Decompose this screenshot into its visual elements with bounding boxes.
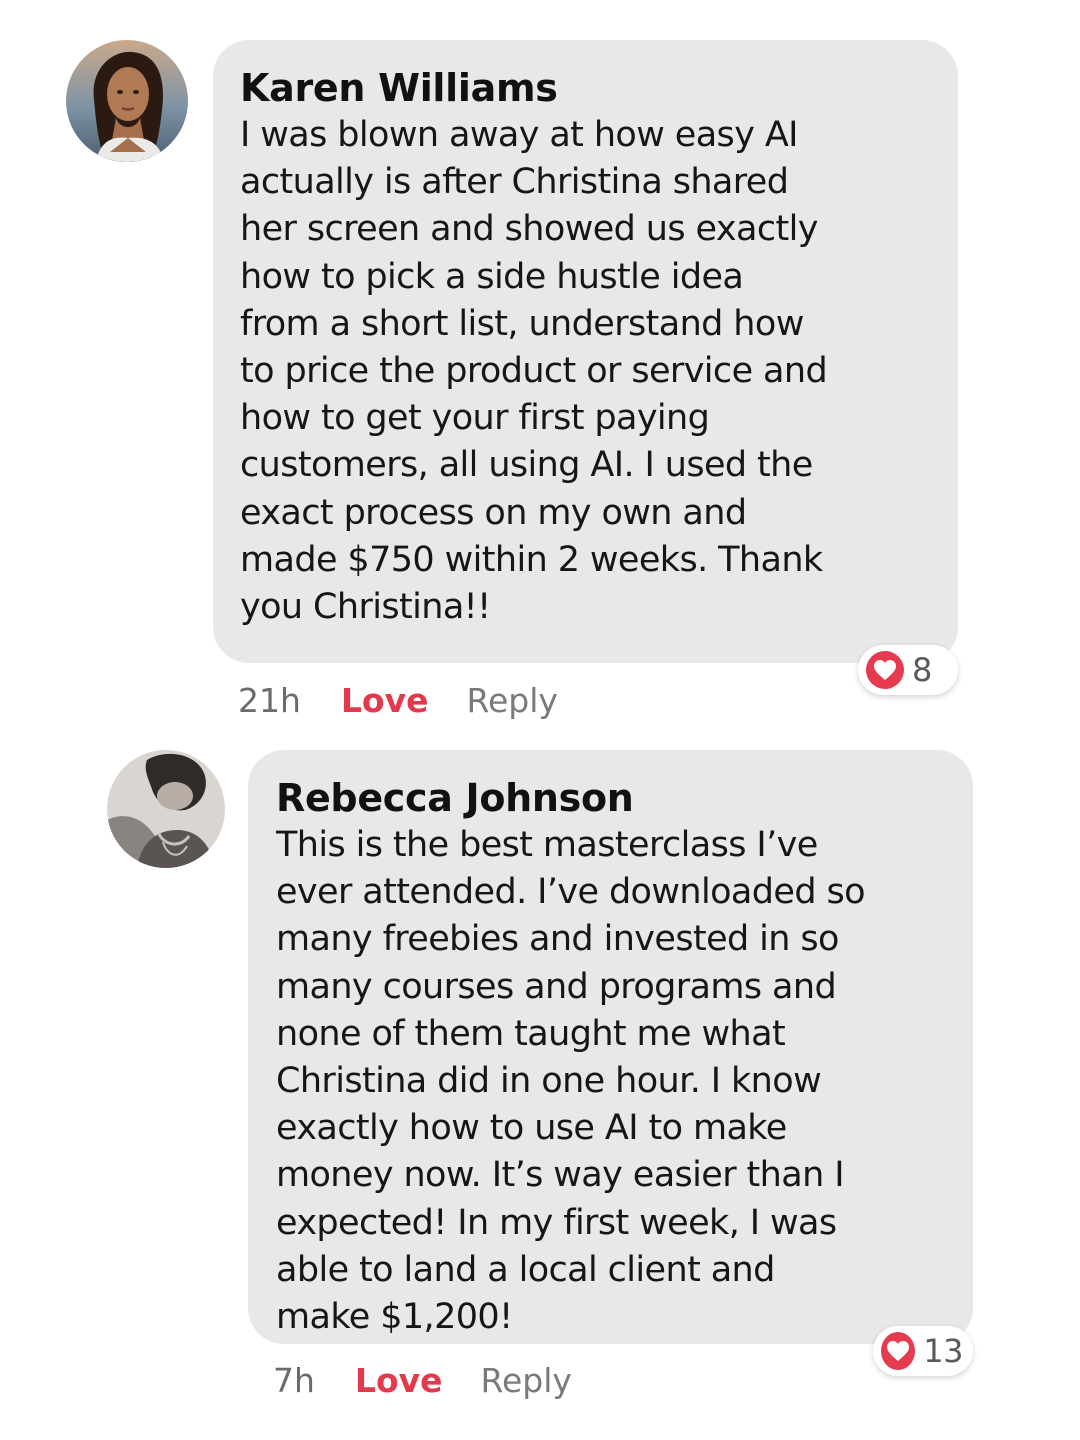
reaction-badge[interactable]: 13 bbox=[873, 1326, 973, 1376]
comment-bubble: Rebecca Johnson This is the best masterc… bbox=[248, 750, 973, 1344]
comment-bubble: Karen Williams I was blown away at how e… bbox=[213, 40, 958, 663]
love-button[interactable]: Love bbox=[355, 1361, 443, 1401]
comments-thread: Karen Williams I was blown away at how e… bbox=[0, 0, 1080, 1440]
reaction-count: 13 bbox=[923, 1332, 963, 1370]
reply-button[interactable]: Reply bbox=[481, 1361, 572, 1401]
reaction-count: 8 bbox=[912, 651, 932, 689]
comment-actions: 21h Love Reply bbox=[238, 681, 558, 721]
comment-text: I was blown away at how easy AI actually… bbox=[240, 115, 828, 628]
comment-author[interactable]: Karen Williams bbox=[240, 64, 938, 112]
comment-actions: 7h Love Reply bbox=[273, 1361, 572, 1401]
comment-text: This is the best masterclass I’ve ever a… bbox=[276, 825, 866, 1338]
heart-icon bbox=[881, 1332, 916, 1370]
heart-icon bbox=[866, 651, 904, 689]
love-button[interactable]: Love bbox=[341, 681, 429, 721]
avatar-karen-williams[interactable] bbox=[66, 40, 188, 162]
comment-author[interactable]: Rebecca Johnson bbox=[276, 774, 953, 822]
comment-timestamp[interactable]: 21h bbox=[238, 681, 301, 721]
comment-timestamp[interactable]: 7h bbox=[273, 1361, 315, 1401]
avatar-rebecca-johnson[interactable] bbox=[107, 750, 225, 868]
reply-button[interactable]: Reply bbox=[467, 681, 558, 721]
reaction-badge[interactable]: 8 bbox=[858, 645, 958, 695]
